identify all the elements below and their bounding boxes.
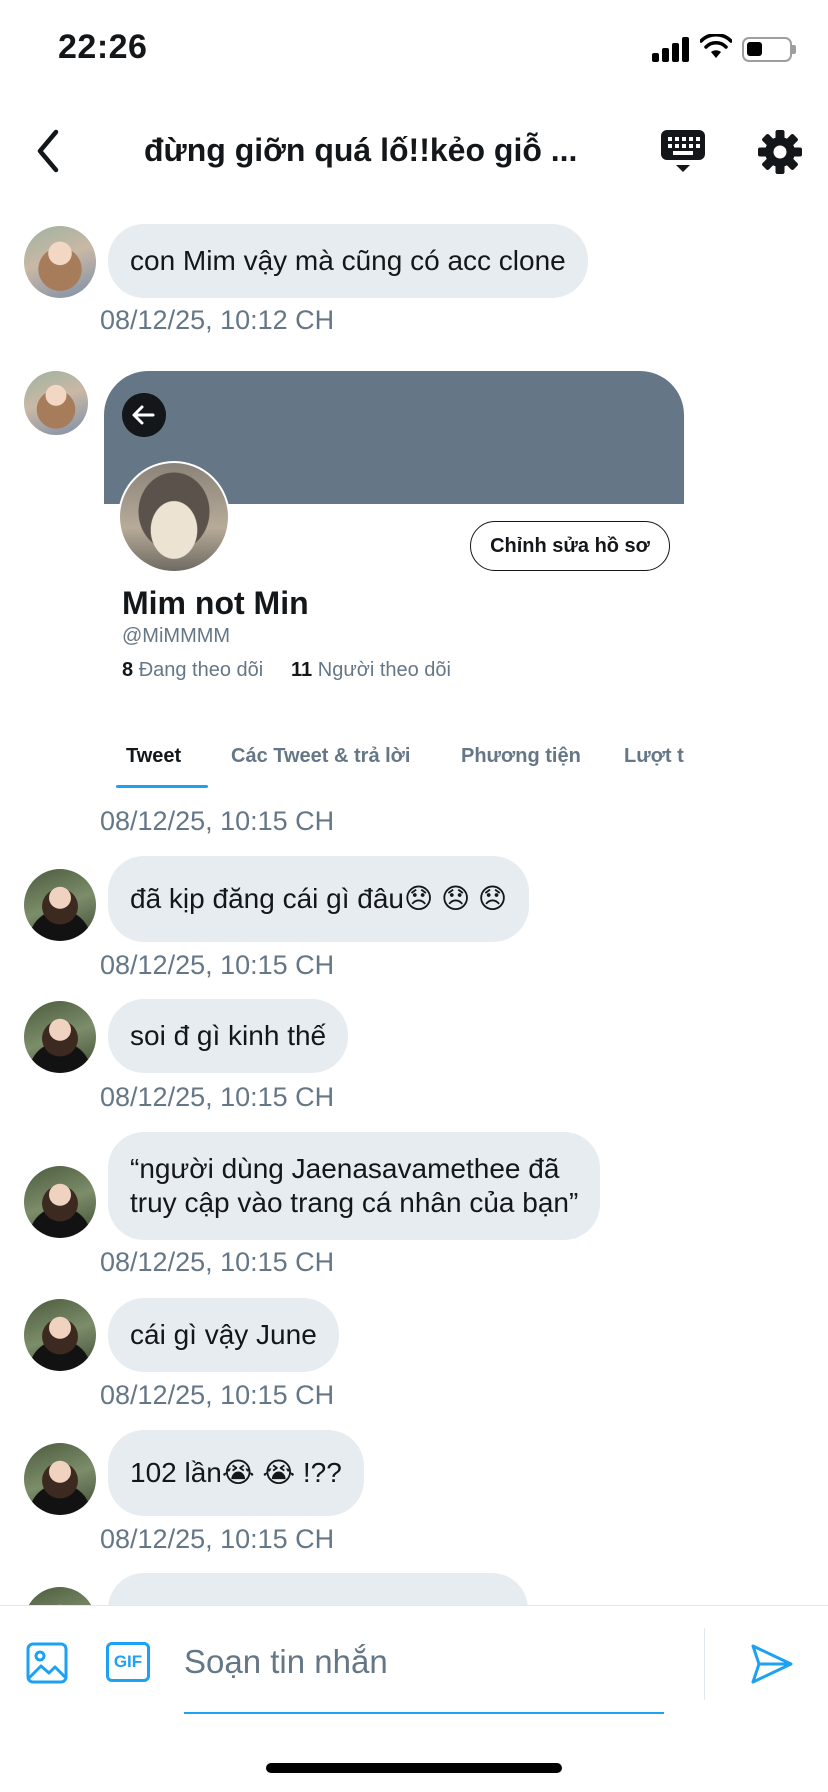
- message-timestamp: 08/12/25, 10:12 CH: [100, 305, 335, 335]
- profile-avatar: [118, 461, 230, 573]
- message-input[interactable]: [184, 1636, 664, 1688]
- cellular-signal-icon: [652, 36, 692, 62]
- message-timestamp: 08/12/25, 10:15 CH: [100, 1247, 335, 1277]
- input-underline: [184, 1712, 664, 1714]
- followers-label[interactable]: Người theo dõi: [318, 659, 451, 681]
- sender-avatar[interactable]: [24, 1299, 96, 1371]
- sender-avatar[interactable]: [24, 226, 96, 298]
- profile-tabs: Tweet Các Tweet & trả lời Phương tiện Lư…: [104, 741, 684, 791]
- message-bubble: “người dùng Jaenasavamethee đã truy cập …: [108, 1132, 601, 1240]
- sender-avatar[interactable]: [24, 1001, 96, 1073]
- profile-handle: @MiMMMM: [122, 625, 231, 647]
- message-timestamp: 08/12/25, 10:15 CH: [100, 950, 335, 980]
- active-tab-indicator: [116, 785, 208, 788]
- conversation-header: đừng giỡn quá lố!!kẻo giỗ ...: [0, 110, 828, 196]
- sender-avatar[interactable]: [24, 371, 88, 435]
- gif-button[interactable]: GIF: [106, 1642, 150, 1682]
- battery-cap: [792, 45, 796, 54]
- following-count: 8: [122, 659, 134, 681]
- conversation-title: đừng giỡn quá lố!!kẻo giỗ ...: [144, 132, 578, 168]
- status-time: 22:26: [58, 28, 148, 66]
- battery-icon: [742, 37, 792, 62]
- message-line: truy cập vào trang cá nhân của bạn”: [130, 1187, 579, 1218]
- profile-name: Mim not Min: [122, 585, 309, 621]
- message-timestamp: 08/12/25, 10:15 CH: [100, 806, 335, 836]
- settings-gear-icon[interactable]: [756, 128, 804, 176]
- tab-tweets[interactable]: Tweet: [126, 741, 181, 787]
- keyboard-icon[interactable]: [660, 128, 706, 178]
- send-icon[interactable]: [750, 1642, 794, 1686]
- sender-avatar[interactable]: [24, 869, 96, 941]
- tab-media[interactable]: Phương tiện: [461, 741, 581, 787]
- message-line: “người dùng Jaenasavamethee đã: [130, 1153, 560, 1184]
- profile-stats: 8 Đang theo dõi 11 Người theo dõi: [122, 659, 451, 682]
- image-icon[interactable]: [26, 1642, 68, 1684]
- tab-tweets-and-replies[interactable]: Các Tweet & trả lời: [231, 741, 410, 787]
- sender-avatar[interactable]: [24, 1166, 96, 1238]
- message-bubble: đã kịp đăng cái gì đâu😞 😞 😞: [108, 856, 530, 942]
- edit-profile-button[interactable]: Chỉnh sửa hồ sơ: [470, 521, 670, 571]
- composer-divider: [704, 1628, 705, 1700]
- message-bubble: soi đ gì kinh thế: [108, 999, 349, 1073]
- message-bubble: 102 lần😭 😭 !??: [108, 1430, 364, 1516]
- status-bar: 22:26: [0, 0, 828, 100]
- wifi-icon: [700, 34, 732, 58]
- home-indicator[interactable]: [266, 1763, 562, 1773]
- message-bubble: cái gì vậy June: [108, 1298, 339, 1372]
- sender-avatar[interactable]: [24, 1443, 96, 1515]
- message-composer: GIF: [0, 1605, 828, 1725]
- shared-profile-card[interactable]: Chỉnh sửa hồ sơ Mim not Min @MiMMMM 8 Đa…: [104, 371, 684, 811]
- message-timestamp: 08/12/25, 10:15 CH: [100, 1524, 335, 1554]
- message-bubble: con Mim vậy mà cũng có acc clone: [108, 224, 588, 298]
- followers-count: 11: [291, 659, 313, 681]
- arrow-left-icon[interactable]: [122, 393, 166, 437]
- tab-likes[interactable]: Lượt t: [624, 741, 684, 787]
- back-arrow-icon[interactable]: [24, 124, 78, 178]
- message-timestamp: 08/12/25, 10:15 CH: [100, 1380, 335, 1410]
- following-label[interactable]: Đang theo dõi: [139, 659, 264, 681]
- message-timestamp: 08/12/25, 10:15 CH: [100, 1082, 335, 1112]
